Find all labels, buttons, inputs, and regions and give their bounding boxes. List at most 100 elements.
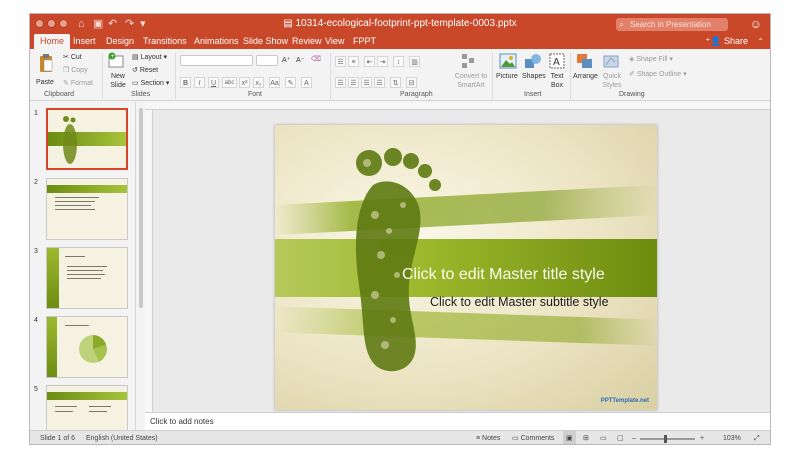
slide-thumbnail-3[interactable] <box>46 247 128 309</box>
reset-button[interactable]: ↺ Reset <box>132 66 158 75</box>
paint-bucket-icon: ◈ <box>629 56 635 63</box>
shapes-button[interactable]: Shapes <box>522 72 546 81</box>
tab-home[interactable]: Home <box>34 34 71 49</box>
numbering-icon[interactable]: ≡ <box>348 56 359 67</box>
text-box-icon[interactable]: A <box>549 53 565 69</box>
smartart-icon[interactable] <box>461 53 475 69</box>
change-case-icon[interactable]: Aa <box>269 77 280 88</box>
slide-thumbnail-2[interactable] <box>46 178 128 240</box>
zoom-slider-handle[interactable] <box>664 435 667 443</box>
line-spacing-icon[interactable]: ↕ <box>393 56 404 67</box>
subscript-icon[interactable]: x₂ <box>253 77 264 88</box>
convert-smartart-button[interactable]: Convert to SmartArt <box>452 72 490 90</box>
comments-icon: ▭ <box>512 435 519 442</box>
format-painter-button[interactable]: ✎ Format <box>63 79 93 88</box>
text-box-button[interactable]: Text Box <box>550 72 564 90</box>
share-button[interactable]: ⁺👤 Share <box>705 34 748 49</box>
tab-review[interactable]: Review <box>292 34 322 49</box>
ribbon-home: Paste ✂ Cut ❐ Copy ✎ Format Clipboard + … <box>30 49 770 101</box>
zoom-in-button[interactable]: + <box>700 431 704 444</box>
tab-insert[interactable]: Insert <box>73 34 96 49</box>
italic-icon[interactable]: I <box>194 77 205 88</box>
align-text-icon[interactable]: ⊟ <box>406 77 417 88</box>
slide-title-placeholder[interactable]: Click to edit Master title style <box>402 266 605 284</box>
slide-thumbnail-5[interactable] <box>46 385 128 430</box>
superscript-icon[interactable]: x² <box>239 77 250 88</box>
zoom-out-button[interactable]: – <box>632 431 636 444</box>
vertical-ruler <box>145 110 153 412</box>
increase-font-icon[interactable]: A⁺ <box>282 56 290 65</box>
thumbnail-text-line <box>89 411 107 412</box>
decrease-font-icon[interactable]: A⁻ <box>296 56 304 65</box>
paste-icon[interactable] <box>38 53 54 73</box>
decrease-indent-icon[interactable]: ⇤ <box>364 56 375 67</box>
tab-design[interactable]: Design <box>106 34 134 49</box>
thumbnails-scrollbar[interactable] <box>139 108 143 308</box>
increase-indent-icon[interactable]: ⇥ <box>377 56 388 67</box>
tab-transitions[interactable]: Transitions <box>143 34 187 49</box>
bullets-icon[interactable]: ☰ <box>335 56 346 67</box>
notes-pane[interactable]: Click to add notes <box>145 412 770 430</box>
arrange-button[interactable]: Arrange <box>573 72 598 81</box>
reading-view-icon[interactable]: ▭ <box>600 431 607 444</box>
text-direction-icon[interactable]: ⇅ <box>390 77 401 88</box>
strikethrough-icon[interactable]: abc <box>222 77 237 88</box>
collapse-ribbon-icon[interactable]: ⌃ <box>757 34 764 49</box>
shape-fill-button[interactable]: ◈ Shape Fill ▾ <box>629 55 673 64</box>
cut-button[interactable]: ✂ Cut <box>63 53 82 62</box>
align-right-icon[interactable]: ☰ <box>361 77 372 88</box>
brand-watermark: PPTTemplate.net <box>600 398 649 404</box>
normal-view-icon[interactable]: ▣ <box>563 431 576 444</box>
search-input[interactable]: ⌕ Search in Presentation <box>616 18 728 31</box>
columns-icon[interactable]: ▥ <box>409 56 420 67</box>
align-left-icon[interactable]: ☰ <box>335 77 346 88</box>
thumbnail-text-line <box>55 197 99 198</box>
slide-sorter-icon[interactable]: ⊞ <box>583 431 589 444</box>
tab-view[interactable]: View <box>325 34 344 49</box>
highlight-icon[interactable]: ✎ <box>285 77 296 88</box>
slide-thumbnail-1[interactable] <box>46 108 128 170</box>
thumbnail-band <box>47 392 127 400</box>
notes-toggle-button[interactable]: ≡ Notes <box>476 431 500 444</box>
quick-styles-icon[interactable] <box>603 53 619 69</box>
group-clipboard-label: Clipboard <box>44 91 74 98</box>
pen-icon: ✐ <box>629 71 635 78</box>
bold-icon[interactable]: B <box>180 77 191 88</box>
ribbon-separator <box>102 53 103 99</box>
quick-styles-button[interactable]: Quick Styles <box>601 72 623 90</box>
tab-animations[interactable]: Animations <box>194 34 239 49</box>
font-size-dropdown[interactable] <box>256 55 278 66</box>
copy-button[interactable]: ❐ Copy <box>63 66 88 75</box>
picture-button[interactable]: Picture <box>496 72 518 81</box>
thumbnail-text-line <box>65 325 89 326</box>
new-slide-icon[interactable]: + <box>107 52 125 70</box>
shape-outline-button[interactable]: ✐ Shape Outline ▾ <box>629 70 687 79</box>
arrange-icon[interactable] <box>576 53 594 69</box>
font-color-icon[interactable]: A <box>301 77 312 88</box>
language-indicator[interactable]: English (United States) <box>86 431 158 444</box>
picture-icon[interactable] <box>499 53 517 69</box>
clear-format-icon[interactable]: ⌫ <box>311 55 321 64</box>
fit-slide-icon[interactable]: ⤢ <box>754 431 760 444</box>
presenter-view-icon[interactable]: ▢ <box>617 431 624 444</box>
slide-1[interactable]: Click to edit Master title style Click t… <box>275 125 657 410</box>
align-center-icon[interactable]: ☰ <box>348 77 359 88</box>
feedback-smiley-icon[interactable]: ☺ <box>750 17 762 31</box>
font-name-dropdown[interactable] <box>180 55 253 66</box>
tab-slide-show[interactable]: Slide Show <box>243 34 288 49</box>
thumbnail-text-line <box>67 274 105 275</box>
layout-button[interactable]: ▤ Layout ▾ <box>132 53 167 62</box>
paste-button[interactable]: Paste <box>36 78 54 87</box>
shapes-icon[interactable] <box>524 53 542 69</box>
slide-thumbnail-4[interactable] <box>46 316 128 378</box>
underline-icon[interactable]: U <box>208 77 219 88</box>
tab-fppt[interactable]: FPPT <box>353 34 376 49</box>
comments-toggle-button[interactable]: ▭ Comments <box>512 431 554 444</box>
new-slide-button[interactable]: New Slide <box>108 72 128 90</box>
section-button[interactable]: ▭ Section ▾ <box>132 79 169 88</box>
zoom-slider[interactable] <box>640 438 695 440</box>
justify-icon[interactable]: ☰ <box>374 77 385 88</box>
zoom-level[interactable]: 103% <box>723 431 741 444</box>
slide-subtitle-placeholder[interactable]: Click to edit Master subtitle style <box>430 295 609 309</box>
thumbnail-band <box>47 248 59 308</box>
